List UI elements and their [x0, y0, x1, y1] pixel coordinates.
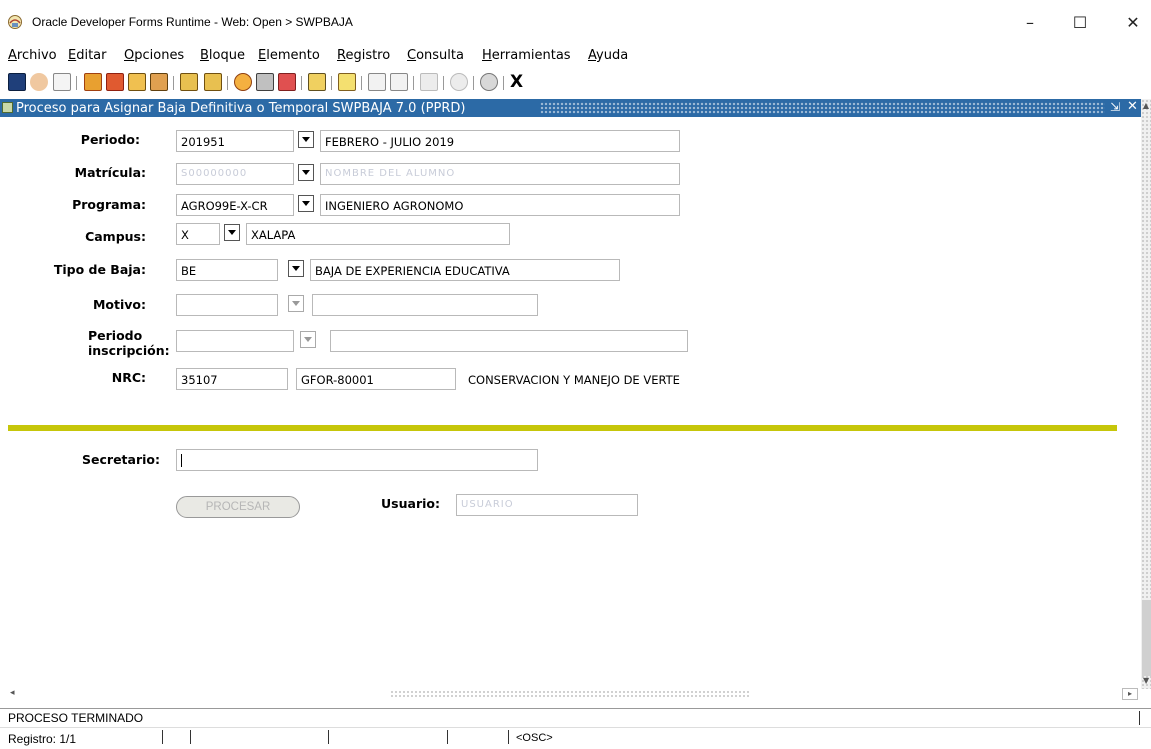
usuario-field[interactable]: USUARIO — [456, 494, 638, 516]
menu-herramientas[interactable]: Herramientas — [482, 48, 571, 63]
matricula-label: Matrícula: — [74, 165, 146, 180]
tipo-baja-desc-field[interactable]: BAJA DE EXPERIENCIA EDUCATIVA — [310, 259, 620, 281]
scroll-down-icon[interactable]: ▼ — [1143, 676, 1151, 686]
link-icon[interactable] — [450, 73, 468, 91]
next-block-icon[interactable] — [150, 73, 168, 91]
lock-record-icon[interactable] — [278, 73, 296, 91]
remove-record-icon[interactable] — [256, 73, 274, 91]
secretario-label: Secretario: — [82, 452, 160, 467]
periodo-lov-icon[interactable] — [298, 131, 314, 148]
nrc-label: NRC: — [111, 370, 146, 385]
usuario-label: Usuario: — [381, 496, 440, 511]
execute-query-icon[interactable] — [106, 73, 124, 91]
keys-icon[interactable] — [368, 73, 386, 91]
course-field[interactable]: GFOR-80001 — [296, 368, 456, 390]
form-close-button[interactable]: ✕ — [1127, 99, 1138, 114]
campus-field[interactable]: X — [176, 223, 220, 245]
maximize-button[interactable]: ☐ — [1060, 8, 1100, 36]
form-icon — [2, 102, 13, 113]
programa-field[interactable]: AGRO99E-X-CR — [176, 194, 294, 216]
section-divider — [8, 425, 1117, 431]
form-window-header: Proceso para Asignar Baja Definitiva o T… — [0, 99, 1141, 117]
menu-bloque[interactable]: Bloque — [200, 48, 245, 63]
help-icon[interactable] — [480, 73, 498, 91]
status-message: PROCESO TERMINADO — [8, 711, 144, 725]
print-preview-icon[interactable] — [53, 73, 71, 91]
scroll-right-icon[interactable]: ▸ — [1122, 688, 1138, 700]
menu-consulta[interactable]: Consulta — [407, 48, 464, 63]
menu-registro[interactable]: Registro — [337, 48, 390, 63]
campus-desc-field[interactable]: XALAPA — [246, 223, 510, 245]
form-minimize-button[interactable]: ⇲ — [1110, 100, 1120, 114]
close-button[interactable]: ✕ — [1113, 8, 1151, 36]
periodo-label: Periodo: — [80, 132, 140, 147]
enter-query-icon[interactable] — [84, 73, 102, 91]
osc-indicator: <OSC> — [516, 732, 553, 744]
scroll-thumb[interactable] — [1142, 600, 1151, 676]
minimize-button[interactable]: – — [1010, 8, 1050, 36]
print-icon[interactable] — [338, 73, 356, 91]
matricula-name-field[interactable]: NOMBRE DEL ALUMNO — [320, 163, 680, 185]
motivo-desc-field[interactable] — [312, 294, 538, 316]
edit-icon[interactable] — [308, 73, 326, 91]
periodo-inscripcion-desc-field[interactable] — [330, 330, 688, 352]
app-icon — [8, 15, 22, 29]
status-bar — [0, 727, 1151, 749]
volume-icon[interactable] — [420, 73, 438, 91]
periodo-inscripcion-field[interactable] — [176, 330, 294, 352]
motivo-lov-icon[interactable] — [288, 295, 304, 312]
menu-editar[interactable]: Editar — [68, 48, 107, 63]
motivo-label: Motivo: — [92, 297, 146, 312]
display-error-icon[interactable] — [390, 73, 408, 91]
scroll-left-icon[interactable]: ◂ — [10, 688, 15, 698]
exit-button[interactable]: X — [510, 72, 523, 92]
secretario-field[interactable] — [176, 449, 538, 471]
matricula-lov-icon[interactable] — [298, 164, 314, 181]
previous-block-icon[interactable] — [128, 73, 146, 91]
form-title: Proceso para Asignar Baja Definitiva o T… — [16, 101, 466, 116]
tipo-baja-lov-icon[interactable] — [288, 260, 304, 277]
menu-bar: Archivo Editar Opciones Bloque Elemento … — [0, 44, 1151, 66]
procesar-button[interactable]: PROCESAR — [176, 496, 300, 518]
title-bar: Oracle Developer Forms Runtime - Web: Op… — [0, 0, 1151, 44]
menu-ayuda[interactable]: Ayuda — [588, 48, 628, 63]
previous-record-icon[interactable] — [180, 73, 198, 91]
nrc-field[interactable]: 35107 — [176, 368, 288, 390]
scroll-up-icon[interactable]: ▲ — [1141, 101, 1151, 111]
campus-label: Campus: — [85, 229, 146, 244]
motivo-field[interactable] — [176, 294, 278, 316]
record-indicator: Registro: 1/1 — [8, 732, 77, 746]
menu-archivo[interactable]: Archivo — [8, 48, 57, 63]
menu-opciones[interactable]: Opciones — [124, 48, 184, 63]
programa-desc-field[interactable]: INGENIERO AGRONOMO — [320, 194, 680, 216]
programa-label: Programa: — [72, 197, 146, 212]
programa-lov-icon[interactable] — [298, 195, 314, 212]
course-title: CONSERVACION Y MANEJO DE VERTE — [468, 373, 680, 387]
save-icon[interactable] — [8, 73, 26, 91]
matricula-field[interactable]: S00000000 — [176, 163, 294, 185]
tipo-baja-field[interactable]: BE — [176, 259, 278, 281]
window-title: Oracle Developer Forms Runtime - Web: Op… — [32, 15, 353, 29]
periodo-inscripcion-lov-icon[interactable] — [300, 331, 316, 348]
toolbar: X — [0, 70, 1151, 96]
menu-elemento[interactable]: Elemento — [258, 48, 320, 63]
next-record-icon[interactable] — [204, 73, 222, 91]
message-bar — [0, 708, 1151, 727]
undo-icon[interactable] — [30, 73, 48, 91]
periodo-field[interactable]: 201951 — [176, 130, 294, 152]
tipo-baja-label: Tipo de Baja: — [53, 262, 146, 277]
insert-record-icon[interactable] — [234, 73, 252, 91]
campus-lov-icon[interactable] — [224, 224, 240, 241]
periodo-desc-field[interactable]: FEBRERO - JULIO 2019 — [320, 130, 680, 152]
